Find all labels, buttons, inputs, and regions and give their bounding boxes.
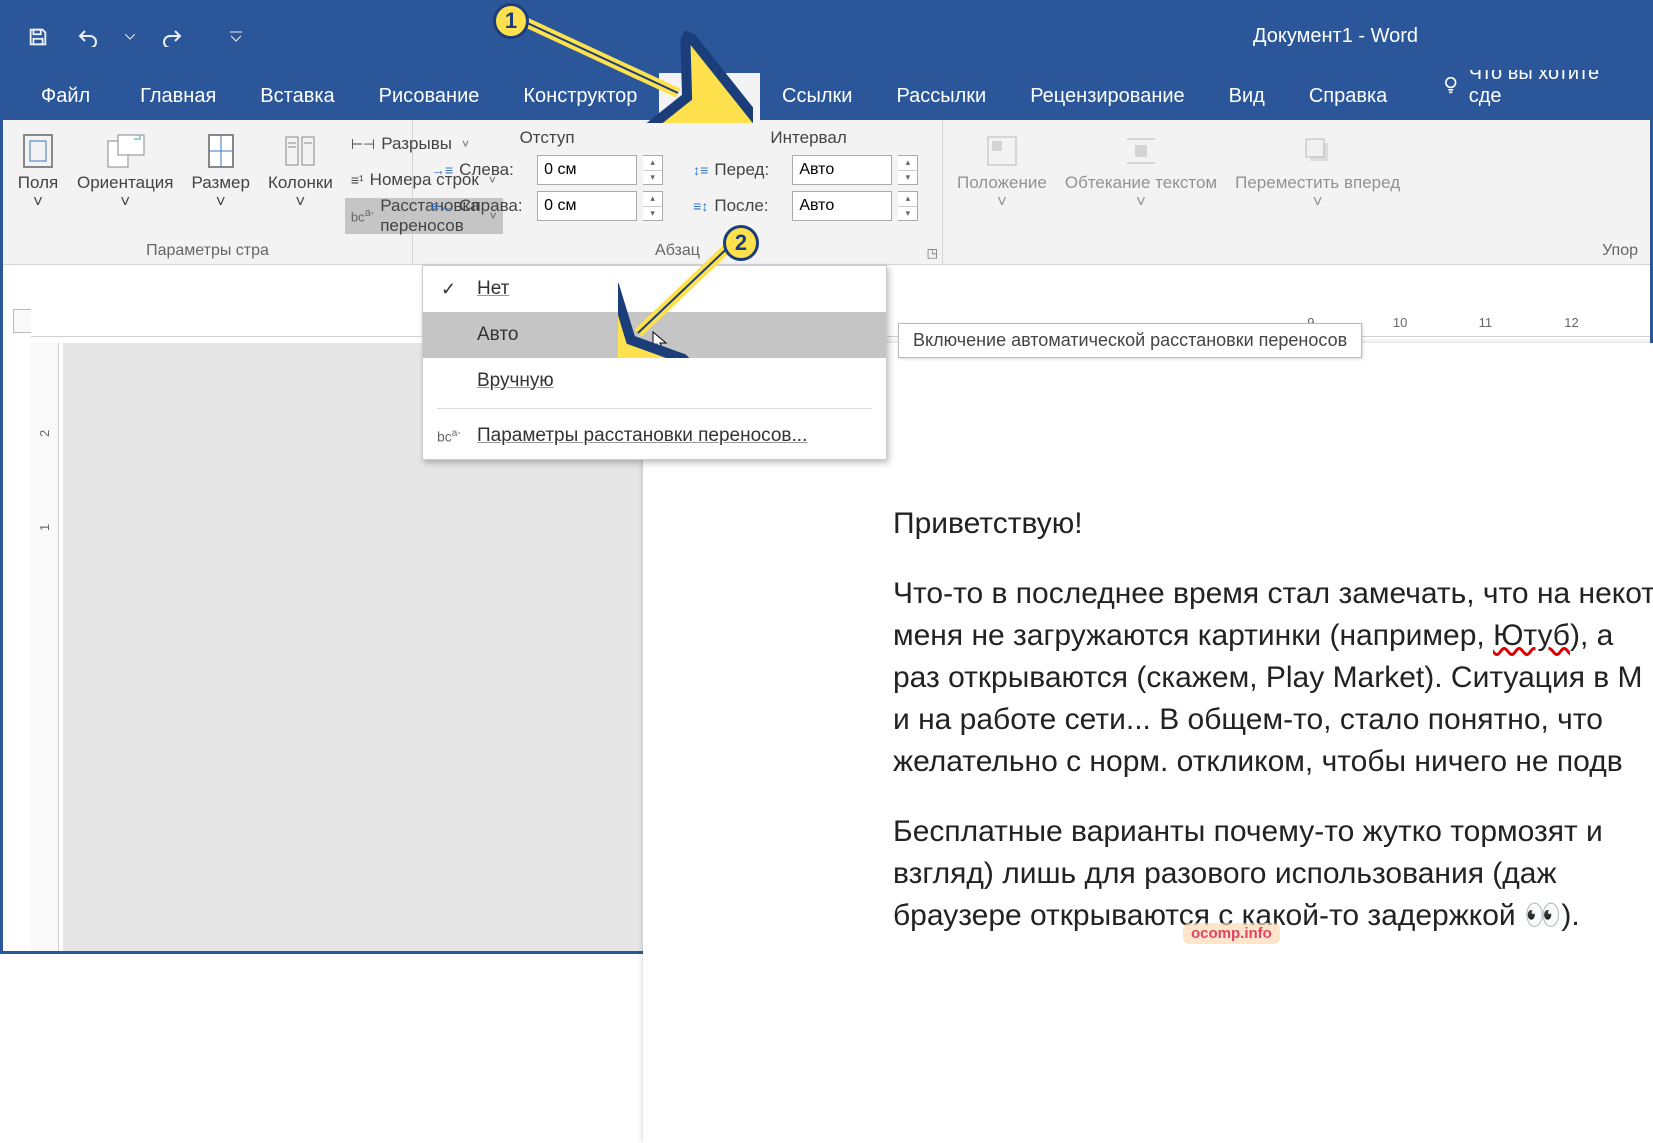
page[interactable]: Приветствую! Что-то в последнее время ст… (643, 343, 1653, 1143)
hyphenation-manual[interactable]: Вручную (423, 358, 886, 404)
indent-right-spinner[interactable]: ▴▾ (643, 191, 663, 221)
indent-title: Отступ (431, 128, 663, 148)
group-arrange: Положение˅ Обтекание текстом˅ Переместит… (943, 120, 1650, 264)
tab-view[interactable]: Вид (1207, 73, 1287, 120)
position-label: Положение (957, 173, 1047, 192)
hyphenation-none[interactable]: ✓ Нет (423, 266, 886, 312)
undo-dropdown[interactable] (123, 22, 137, 52)
qat-customize[interactable] (221, 22, 251, 52)
indent-right-label: Справа: (459, 196, 531, 216)
vertical-ruler[interactable]: 21 (31, 343, 59, 951)
hyphen-options-icon: bca- (437, 428, 461, 445)
document-body[interactable]: Приветствую! Что-то в последнее время ст… (893, 503, 1653, 937)
indent-right-input[interactable]: 0 см (537, 191, 637, 221)
columns-icon (282, 131, 318, 171)
size-label: Размер (192, 173, 250, 192)
group-page-setup: Поля˅ Ориентация˅ Размер˅ Колонки˅ ⊢⊣Раз… (3, 120, 413, 264)
quick-access-toolbar (23, 22, 251, 52)
callout-1-badge: 1 (493, 3, 529, 39)
page-setup-group-label: Параметры стра (11, 238, 404, 260)
ribbon: Поля˅ Ориентация˅ Размер˅ Колонки˅ ⊢⊣Раз… (3, 120, 1650, 265)
margins-icon (18, 131, 58, 171)
bring-forward-icon (1300, 133, 1336, 169)
doc-paragraph: Приветствую! (893, 503, 1653, 545)
watermark: ocomp.info (1183, 923, 1280, 944)
position-icon (984, 133, 1020, 169)
hyphen-none-label: Нет (477, 278, 509, 300)
tab-layout[interactable]: Макет (659, 73, 760, 120)
position-button[interactable]: Положение˅ (951, 126, 1053, 215)
undo-button[interactable] (73, 22, 103, 52)
save-button[interactable] (23, 22, 53, 52)
ruler-mark: 12 (1564, 315, 1650, 330)
wrap-icon (1123, 133, 1159, 169)
tab-insert[interactable]: Вставка (238, 73, 356, 120)
forward-label: Переместить вперед (1235, 173, 1400, 192)
document-title: Документ1 - Word (1253, 25, 1418, 48)
spacing-before-spinner[interactable]: ▴▾ (898, 155, 918, 185)
hyphen-options-label: Параметры расстановки переносов... (477, 425, 807, 447)
tab-file[interactable]: Файл (13, 73, 118, 120)
indent-left-label: Слева: (459, 160, 531, 180)
tab-references[interactable]: Ссылки (760, 73, 874, 120)
tab-design[interactable]: Конструктор (501, 73, 659, 120)
wrap-text-button[interactable]: Обтекание текстом˅ (1059, 126, 1223, 215)
tooltip: Включение автоматической расстановки пер… (898, 323, 1362, 358)
hyphenation-auto[interactable]: Авто (423, 312, 886, 358)
tab-review[interactable]: Рецензирование (1008, 73, 1206, 120)
indent-left-input[interactable]: 0 см (537, 155, 637, 185)
ruler-mark: 11 (1479, 315, 1565, 330)
tab-draw[interactable]: Рисование (357, 73, 502, 120)
check-icon: ✓ (441, 279, 456, 300)
dropdown-separator (437, 408, 872, 409)
doc-paragraph: Что-то в последнее время стал замечать, … (893, 573, 1653, 783)
orientation-button[interactable]: Ориентация˅ (71, 126, 180, 234)
bring-forward-button[interactable]: Переместить вперед˅ (1229, 126, 1406, 215)
ruler-mark: 10 (1393, 315, 1479, 330)
title-bar: Документ1 - Word (3, 3, 1650, 70)
size-icon (203, 131, 239, 171)
spacing-after-spinner[interactable]: ▴▾ (898, 191, 918, 221)
columns-label: Колонки (268, 173, 333, 192)
tab-help[interactable]: Справка (1287, 73, 1409, 120)
hyphenation-options[interactable]: bca- Параметры расстановки переносов... (423, 413, 886, 459)
doc-paragraph: Бесплатные варианты почему-то жутко торм… (893, 811, 1653, 937)
spacing-before-label: Перед: (714, 160, 786, 180)
lightbulb-icon (1441, 74, 1460, 96)
paragraph-group-label: Абзац (421, 238, 934, 260)
spacing-after-input[interactable]: Авто (792, 191, 892, 221)
callout-1: 1 (493, 3, 529, 39)
orientation-label: Ориентация (77, 173, 174, 192)
tab-home[interactable]: Главная (118, 73, 238, 120)
callout-2: 2 (723, 225, 759, 261)
hyphen-auto-label: Авто (477, 324, 518, 346)
spacing-after-label: После: (714, 196, 786, 216)
orientation-icon (104, 131, 146, 171)
arrange-group-label: Упор (951, 238, 1642, 260)
margins-button[interactable]: Поля˅ (11, 126, 65, 234)
tab-mailings[interactable]: Рассылки (874, 73, 1008, 120)
paragraph-launcher-icon[interactable]: ◳ (927, 246, 938, 260)
ribbon-tabs: Файл Главная Вставка Рисование Конструкт… (3, 70, 1650, 120)
redo-button[interactable] (157, 22, 187, 52)
columns-button[interactable]: Колонки˅ (262, 126, 339, 234)
indent-left-spinner[interactable]: ▴▾ (643, 155, 663, 185)
hyphen-manual-label: Вручную (477, 370, 554, 392)
hyphenation-dropdown: ✓ Нет Авто Вручную bca- Параметры расста… (422, 265, 887, 460)
wrap-label: Обтекание текстом (1065, 173, 1217, 192)
spacing-before-input[interactable]: Авто (792, 155, 892, 185)
size-button[interactable]: Размер˅ (186, 126, 256, 234)
callout-2-badge: 2 (723, 225, 759, 261)
spacing-title: Интервал (693, 128, 924, 148)
group-paragraph: Отступ →≡ Слева: 0 см ▴▾ ≡← Справа: 0 см… (413, 120, 943, 264)
margins-label: Поля (18, 173, 58, 192)
